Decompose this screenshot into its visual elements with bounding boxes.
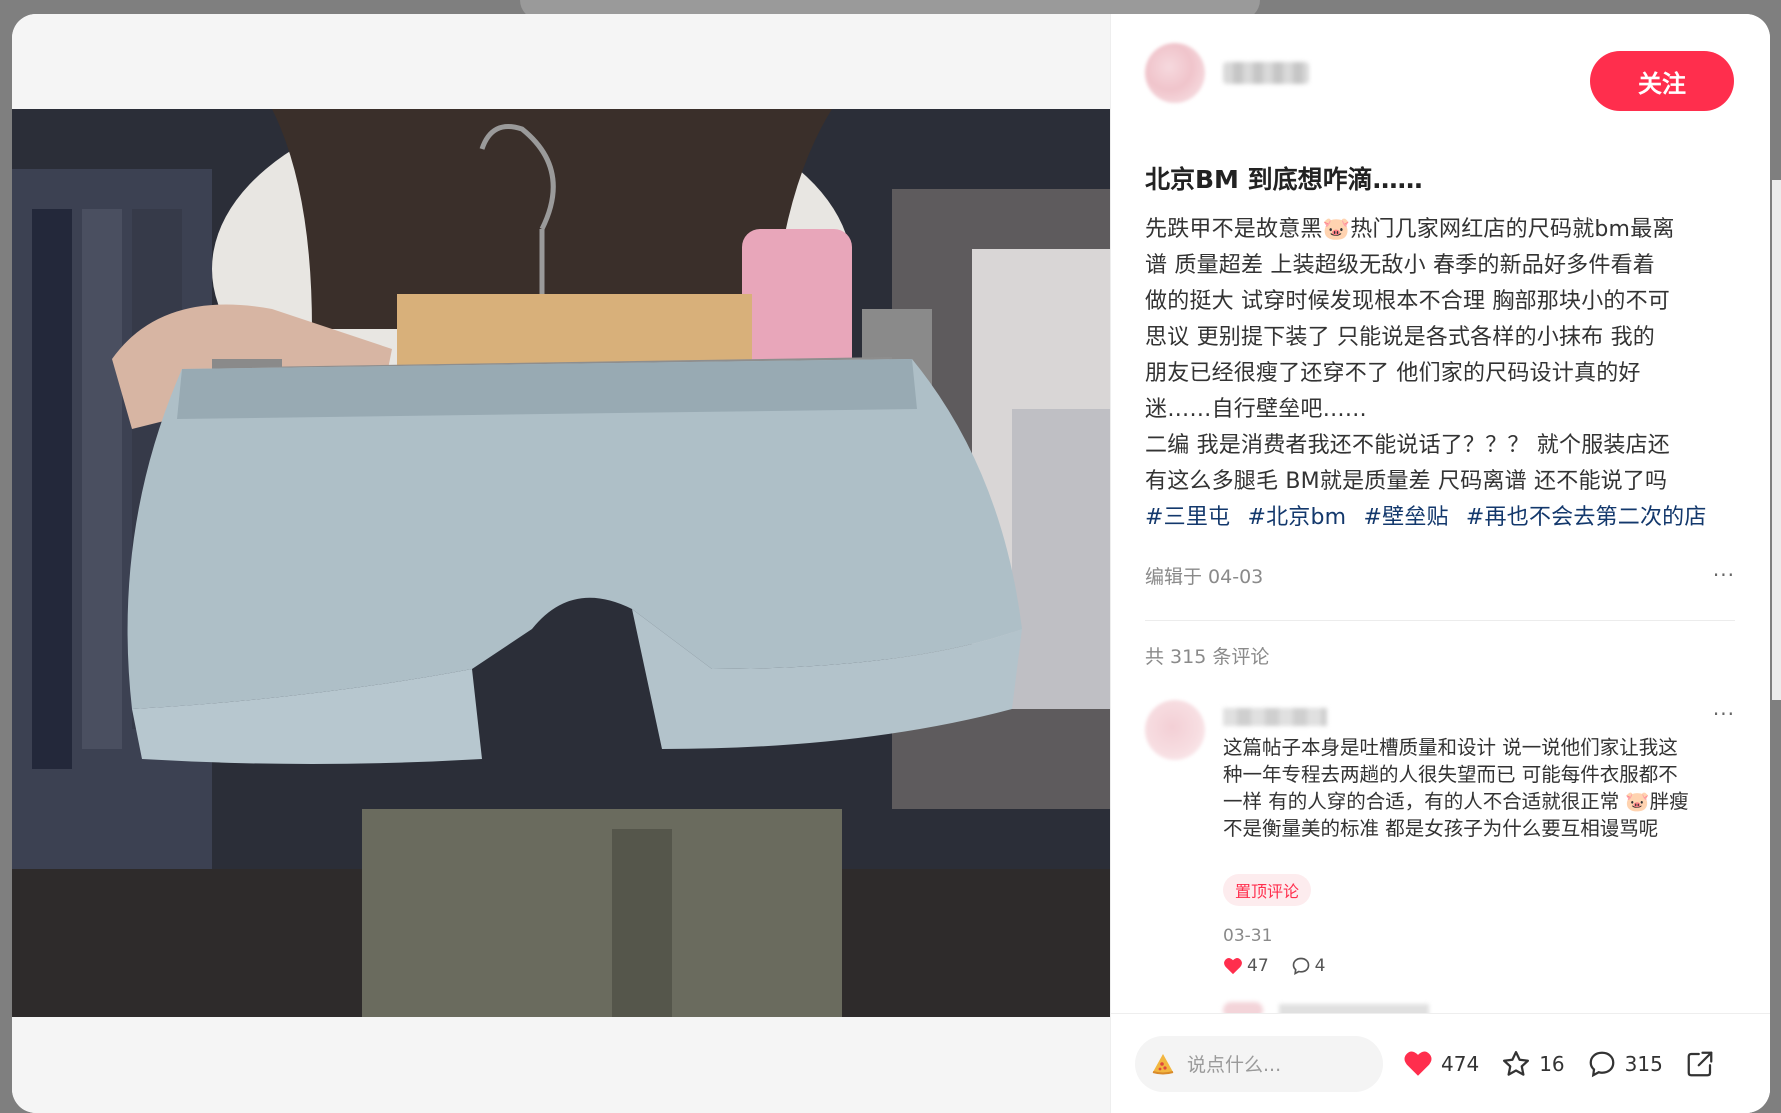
share-button[interactable] (1685, 1049, 1723, 1079)
comment-actions: 47 4 (1223, 956, 1347, 976)
note-desc-line: 迷……自行壁垒吧…… (1145, 397, 1368, 422)
follow-button[interactable]: 关注 (1590, 51, 1734, 111)
commenter-name[interactable] (1223, 708, 1327, 726)
note-desc-line: 朋友已经很瘦了还穿不了 他们家的尺码设计真的好 (1145, 361, 1641, 386)
pinned-badge: 置顶评论 (1223, 874, 1312, 906)
commenter-avatar[interactable] (1145, 700, 1205, 760)
comment-text-line: 一样 有的人穿的合适，有的人不合适就很正常 🐷胖瘦 (1223, 790, 1689, 813)
note-meta: 编辑于 04-03 ··· (1145, 560, 1735, 590)
comment-text-line: 种一年专程去两趟的人很失望而已 可能每件衣服都不 (1223, 763, 1678, 786)
engagement-actions: 474 16 315 (1403, 1049, 1745, 1079)
comment-like-button[interactable]: 47 (1223, 956, 1269, 976)
like-button[interactable]: 474 (1403, 1050, 1479, 1077)
photo-illustration (12, 109, 1110, 1017)
background-feed-edge (1772, 180, 1781, 700)
note-photo[interactable] (12, 109, 1110, 1017)
note-tags: #三里屯 #北京bm #壁垒贴 #再也不会去第二次的店 (1145, 500, 1745, 536)
comment-text-line: 这篇帖子本身是吐槽质量和设计 说一说他们家让我这 (1223, 736, 1678, 759)
star-icon (1503, 1050, 1530, 1076)
comment-text: 这篇帖子本身是吐槽质量和设计 说一说他们家让我这 种一年专程去两趟的人很失望而已… (1223, 734, 1735, 842)
comment-total-count: 315 (1624, 1051, 1663, 1076)
comment-button[interactable]: 315 (1587, 1049, 1663, 1079)
note-desc-line: 二编 我是消费者我还不能说话了？？？ 就个服装店还 (1145, 433, 1670, 458)
author-avatar[interactable] (1145, 43, 1205, 103)
comment-like-count: 47 (1247, 956, 1269, 976)
heart-icon (1404, 1051, 1432, 1076)
note-title: 北京BM 到底想咋滴…… (1145, 165, 1423, 194)
note-scroll-area[interactable]: 北京BM 到底想咋滴…… 先跌甲不是故意黑🐷热门几家网红店的尺码就bm最离 谱 … (1111, 134, 1770, 1014)
comment-more-button[interactable]: ··· (1713, 702, 1735, 726)
collect-count: 16 (1539, 1051, 1565, 1076)
comment-input-placeholder: 说点什么... (1187, 1054, 1282, 1076)
tag-link[interactable]: #北京bm (1247, 505, 1346, 530)
note-desc-line: 思议 更别提下装了 只能说是各式各样的小抹布 我的 (1145, 325, 1655, 350)
note-desc-line: 谱 质量超差 上装超级无敌小 春季的新品好多件看着 (1145, 253, 1655, 278)
chat-bubble-icon (1589, 1051, 1615, 1077)
comment-date: 03-31 (1223, 926, 1273, 946)
chat-bubble-icon (1292, 957, 1309, 976)
comment-reply-count: 4 (1314, 956, 1326, 976)
comment-reply-button[interactable]: 4 (1291, 956, 1326, 976)
heart-icon (1224, 958, 1242, 975)
tag-link[interactable]: #三里屯 (1145, 505, 1230, 530)
edited-date: 编辑于 04-03 (1145, 565, 1264, 588)
note-description: 先跌甲不是故意黑🐷热门几家网红店的尺码就bm最离 谱 质量超差 上装超级无敌小 … (1145, 212, 1745, 536)
note-desc-line: 有这么多腿毛 BM就是质量差 尺码离谱 还不能说了吗 (1145, 469, 1668, 494)
engagement-bar: 说点什么... 474 16 315 (1111, 1013, 1770, 1113)
share-icon (1687, 1051, 1713, 1076)
collect-button[interactable]: 16 (1501, 1049, 1565, 1079)
divider (1145, 620, 1735, 621)
next-comment-partial (1145, 998, 1735, 1014)
comment-input[interactable]: 说点什么... (1135, 1035, 1383, 1092)
tag-link[interactable]: #壁垒贴 (1363, 505, 1448, 530)
author-name[interactable] (1223, 62, 1309, 84)
note-detail-modal: 关注 北京BM 到底想咋滴…… 先跌甲不是故意黑🐷热门几家网红店的尺码就bm最离… (12, 14, 1770, 1113)
tag-link[interactable]: #再也不会去第二次的店 (1466, 505, 1707, 530)
note-desc-line: 做的挺大 试穿时候发现根本不合理 胸部那块小的不可 (1145, 289, 1670, 314)
note-more-button[interactable]: ··· (1713, 563, 1735, 587)
media-viewer (12, 14, 1110, 1113)
note-desc-line: 先跌甲不是故意黑🐷热门几家网红店的尺码就bm最离 (1145, 217, 1675, 242)
pizza-emoji-icon (1152, 1053, 1174, 1074)
comment-text-line: 不是衡量美的标准 都是女孩子为什么要互相谩骂呢 (1223, 817, 1659, 840)
like-count: 474 (1441, 1051, 1480, 1076)
comment-count: 共 315 条评论 (1145, 646, 1270, 668)
note-side-panel: 关注 北京BM 到底想咋滴…… 先跌甲不是故意黑🐷热门几家网红店的尺码就bm最离… (1110, 14, 1770, 1113)
